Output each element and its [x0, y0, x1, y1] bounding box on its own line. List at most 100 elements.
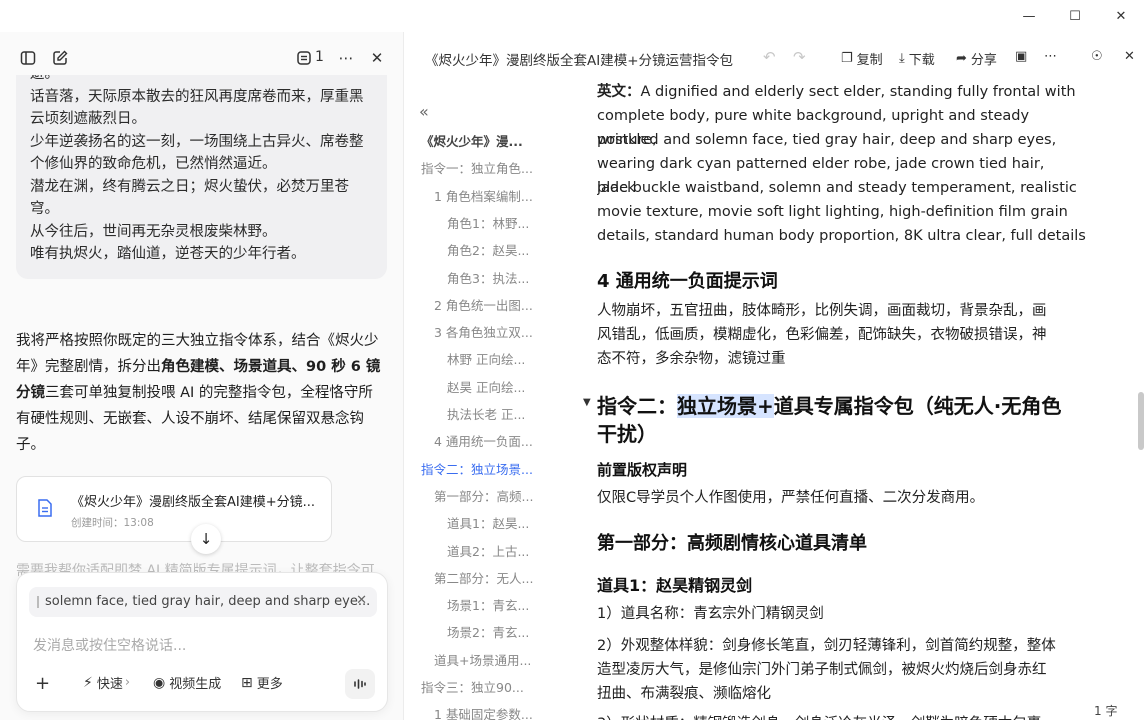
story-line: 穹。	[30, 201, 59, 217]
answer-bold-text: 分镜	[16, 385, 45, 401]
remove-quote-icon[interactable]: ✕	[356, 593, 367, 608]
window-controls: — ☐ ✕	[1006, 0, 1144, 32]
selected-text-highlight: 独立场景+	[677, 394, 774, 418]
undo-icon[interactable]: ↶	[763, 48, 776, 66]
toc-item[interactable]: 角色3：执法...	[447, 268, 529, 287]
toc-item[interactable]: 《烬火少年》漫...	[421, 131, 523, 150]
story-line: 云顷刻遮蔽烈日。	[30, 111, 146, 127]
download-button[interactable]: ⤓ 下载	[899, 49, 935, 68]
answer-line: 子。	[16, 437, 45, 453]
english-prompt-line: jade buckle waistband, solemn and steady…	[597, 180, 1077, 196]
comment-icon[interactable]: ▣	[1015, 49, 1027, 64]
story-line: 从今往后，世间再无杂灵根废柴林野。	[30, 223, 277, 240]
section-heading-text: 指令二：	[597, 394, 677, 418]
voice-input-icon[interactable]	[345, 669, 375, 699]
more-tools-button[interactable]: ⊞ 更多	[241, 673, 283, 693]
word-count: 1 字	[1094, 704, 1118, 718]
toc-item[interactable]: 指令一：独立角色...	[421, 158, 533, 177]
download-icon: ⤓	[899, 51, 905, 66]
section-heading: 指令二：独立场景+道具专属指令包（纯无人·无角色	[597, 392, 1061, 420]
toc-item[interactable]: 第一部分：高频...	[434, 486, 533, 505]
prop-detail-line: 1）道具名称：青玄宗外门精钢灵剑	[597, 606, 824, 622]
copy-icon: ❐	[841, 51, 853, 66]
share-icon: ➦	[956, 51, 967, 66]
share-label: 分享	[970, 53, 997, 68]
chat-toolbar: 1 ⋯ ✕	[0, 44, 403, 72]
documents-icon[interactable]	[294, 48, 314, 68]
toc-item[interactable]: 道具2：上古...	[447, 541, 529, 560]
more-icon[interactable]: ⋯	[336, 48, 356, 68]
minimize-icon[interactable]: —	[1006, 0, 1052, 32]
answer-text: 年》完整剧情，拆分出	[16, 359, 161, 375]
negative-prompt-heading: 4 通用统一负面提示词	[597, 271, 778, 292]
collapse-section-icon[interactable]: ▼	[583, 397, 591, 408]
sidebar-toggle-icon[interactable]	[18, 48, 38, 68]
maximize-icon[interactable]: ☐	[1052, 0, 1098, 32]
toc-item[interactable]: 执法长老 正...	[447, 404, 525, 423]
copy-button[interactable]: ❐ 复制	[841, 49, 883, 68]
toc-item[interactable]: 道具+场景通用...	[434, 650, 531, 669]
add-icon[interactable]: +	[35, 673, 50, 694]
negative-prompt-line: 风错乱，低画质，模糊虚化，色彩偏差，配饰缺失，衣物破损错误，神	[597, 327, 1047, 343]
story-line: 个修仙界的致命危机，已然悄然逼近。	[30, 156, 277, 172]
section-heading-cont: 干扰）	[597, 422, 657, 446]
toc-item[interactable]: 场景1：青玄...	[447, 595, 529, 614]
chat-panel: 1 ⋯ ✕ 避。 话音落，天际原本散去的狂风再度席卷而来，厚重黑 云顷刻遮蔽烈日…	[0, 32, 404, 720]
toc-item[interactable]: 3 各角色独立双...	[434, 322, 533, 341]
toc-item[interactable]: 场景2：青玄...	[447, 622, 529, 641]
toc-item[interactable]: 道具1：赵昊...	[447, 513, 529, 532]
documents-count: 1	[315, 49, 324, 65]
scroll-down-button[interactable]: ↓	[191, 524, 221, 554]
arrow-down-icon: ↓	[199, 530, 213, 548]
compass-icon[interactable]: ☉	[1091, 49, 1103, 64]
close-doc-icon[interactable]: ✕	[1124, 49, 1135, 64]
answer-text: 三套可单独复制投喂 AI 的完整指令包，全程恪守所	[45, 385, 373, 401]
video-generate-label: 视频生成	[169, 677, 222, 692]
document-card[interactable]: 《烬火少年》漫剧终版全套AI建模+分镜... 创建时间：13:08	[16, 476, 332, 542]
toc-item[interactable]: 赵昊 正向绘...	[447, 377, 525, 396]
toc-item[interactable]: 指令三：独立90...	[421, 677, 524, 696]
toc-item[interactable]: 4 通用统一负面...	[434, 431, 533, 450]
story-line: 避。	[30, 75, 373, 86]
toc-item[interactable]: 角色2：赵昊...	[447, 240, 529, 259]
video-icon: ◉	[153, 674, 166, 691]
quoted-story-block: 避。 话音落，天际原本散去的狂风再度席卷而来，厚重黑 云顷刻遮蔽烈日。 少年逆袭…	[16, 75, 387, 279]
section-heading-text: 道具专属指令包（纯无人·无角色	[773, 394, 1062, 418]
document-icon	[37, 499, 53, 517]
toc-item[interactable]: 2 角色统一出图...	[434, 295, 533, 314]
close-icon[interactable]: ✕	[1098, 0, 1144, 32]
english-prompt-line: movie texture, movie soft light lighting…	[597, 204, 1068, 220]
quote-bar	[37, 596, 39, 608]
quote-chip-text: solemn face, tied gray hair, deep and sh…	[45, 594, 371, 609]
document-body: 英文：A dignified and elderly sect elder, s…	[597, 78, 1087, 720]
collapse-toc-icon[interactable]: «	[419, 102, 429, 121]
more-options-icon[interactable]: ⋯	[1044, 49, 1057, 64]
toc-item[interactable]: 1 基础固定参数...	[434, 704, 533, 720]
scrollbar-thumb[interactable]	[1138, 392, 1144, 450]
english-prompt-line: wrinkled and solemn face, tied gray hair…	[597, 132, 1057, 148]
answer-line: 分镜三套可单独复制投喂 AI 的完整指令包，全程恪守所	[16, 380, 388, 406]
prop-heading: 道具1：赵昊精钢灵剑	[597, 576, 753, 595]
prop-detail-line: 扭曲、布满裂痕、濒临熔化	[597, 686, 771, 702]
assistant-answer: 我将严格按照你既定的三大独立指令体系，结合《烬火少 年》完整剧情，拆分出角色建模…	[16, 328, 388, 458]
share-button[interactable]: ➦ 分享	[956, 49, 997, 68]
toc-item[interactable]: 林野 正向绘...	[447, 349, 525, 368]
new-chat-icon[interactable]	[50, 48, 70, 68]
prop-detail-line: 2）外观整体样貌：剑身修长笔直，剑刃轻薄锋利，剑首简约规整，整体	[597, 638, 1056, 654]
story-line: 唯有执烬火，踏仙道，逆苍天的少年行者。	[30, 246, 306, 262]
message-input[interactable]: 发消息或按住空格说话...	[33, 635, 186, 655]
redo-icon[interactable]: ↷	[793, 48, 806, 66]
toc-item[interactable]: 1 角色档案编制...	[434, 186, 533, 205]
answer-line: 我将严格按照你既定的三大独立指令体系，结合《烬火少	[16, 333, 379, 349]
english-prompt-line: 英文：A dignified and elderly sect elder, s…	[597, 80, 1076, 104]
quick-mode-label: 快速	[96, 677, 123, 692]
toc-item[interactable]: 指令二：独立场景...	[421, 459, 533, 478]
close-panel-icon[interactable]: ✕	[367, 48, 387, 68]
app-window: — ☐ ✕ 1 ⋯ ✕ 避。 话音落，天际原本散去的狂风再度席卷而来，厚重黑 云…	[0, 0, 1144, 720]
copyright-text: 仅限C导学员个人作图使用，严禁任何直播、二次分发商用。	[597, 490, 985, 506]
quick-mode-button[interactable]: ⚡︎ 快速 ›	[83, 673, 130, 693]
negative-prompt-line: 态不符，多余杂物，滤镜过重	[597, 351, 786, 367]
video-generate-button[interactable]: ◉ 视频生成	[153, 673, 222, 693]
toc-item[interactable]: 第二部分：无人...	[434, 568, 533, 587]
toc-item[interactable]: 角色1：林野...	[447, 213, 529, 232]
